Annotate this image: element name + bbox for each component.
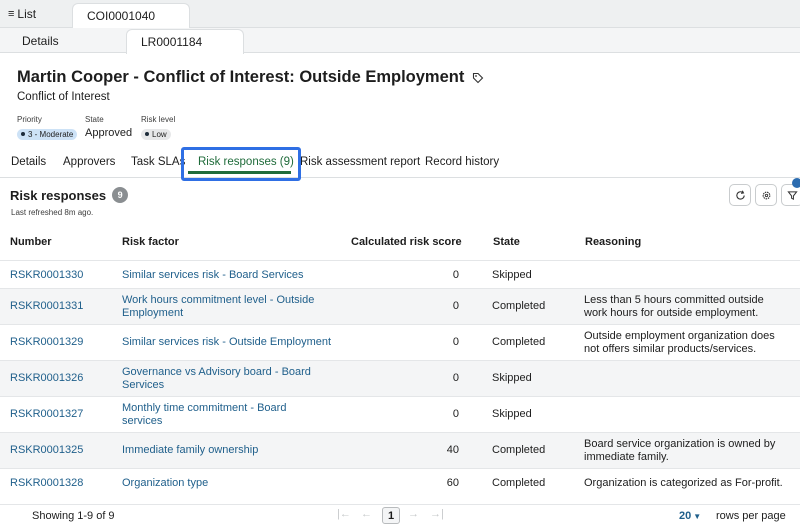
row-number-link[interactable]: RSKR0001331 [10, 300, 83, 313]
column-header-risk-score[interactable]: Calculated risk score [351, 236, 462, 248]
first-page-icon[interactable]: |← [337, 508, 351, 520]
state-field: State Approved [85, 115, 132, 139]
row-reasoning: Less than 5 hours committed outside work… [584, 294, 764, 319]
sub-tab-bar: Details LR0001184 [0, 28, 800, 54]
row-state: Completed [492, 444, 546, 456]
list-button-label: List [17, 7, 37, 21]
page-subtitle: Conflict of Interest [17, 91, 110, 103]
table-row: RSKR0001328 Organization type 60 Complet… [0, 468, 800, 498]
row-state: Completed [492, 336, 546, 348]
priority-value: 3 - Moderate [28, 129, 74, 139]
refresh-button[interactable] [729, 184, 751, 206]
row-risk-factor-link[interactable]: Similar services risk - Outside Employme… [122, 336, 362, 349]
priority-label: Priority [17, 115, 42, 124]
tab-focus-ring [181, 147, 301, 181]
row-score: 0 [452, 300, 459, 312]
last-page-icon[interactable]: →| [430, 508, 444, 520]
table-row: RSKR0001330 Similar services risk - Boar… [0, 260, 800, 288]
record-tab-coi[interactable]: COI0001040 [72, 3, 190, 29]
row-score: 60 [446, 477, 459, 489]
page-title: Martin Cooper - Conflict of Interest: Ou… [17, 68, 484, 87]
state-value: Approved [85, 127, 133, 139]
row-state: Skipped [492, 372, 532, 384]
subtab-details[interactable]: Details [22, 34, 59, 48]
subtab-record-lr[interactable]: LR0001184 [126, 29, 244, 54]
row-number-link[interactable]: RSKR0001327 [10, 408, 83, 421]
row-risk-factor-link[interactable]: Immediate family ownership [122, 444, 332, 457]
row-number-link[interactable]: RSKR0001328 [10, 477, 83, 490]
row-state: Completed [492, 477, 546, 489]
row-score: 0 [452, 372, 459, 384]
current-page[interactable]: 1 [382, 507, 400, 524]
table-row: RSKR0001325 Immediate family ownership 4… [0, 432, 800, 468]
filter-count-badge [792, 178, 800, 188]
showing-count: Showing 1-9 of 9 [32, 510, 115, 522]
tag-icon[interactable] [472, 72, 484, 84]
row-score: 40 [446, 444, 459, 456]
priority-badge: 3 - Moderate [17, 128, 78, 140]
hamburger-icon: ≡ [8, 8, 15, 20]
row-reasoning: Organization is categorized as For-profi… [584, 477, 783, 489]
row-risk-factor-link[interactable]: Organization type [122, 477, 332, 490]
list-button[interactable]: ≡ List [8, 7, 36, 21]
risk-level-field: Risk level Low [141, 115, 175, 140]
row-number-link[interactable]: RSKR0001325 [10, 444, 83, 457]
risk-level-value: Low [152, 129, 167, 139]
table-header: Number Risk factor Calculated risk score… [0, 228, 800, 260]
filter-icon [786, 190, 798, 200]
row-score: 0 [452, 408, 459, 420]
row-number-link[interactable]: RSKR0001326 [10, 372, 83, 385]
table-footer: Showing 1-9 of 9 |← ← 1 → →| 20 ▼ rows p… [0, 504, 800, 524]
row-state: Completed [492, 300, 546, 312]
tab-record-history[interactable]: Record history [425, 156, 499, 168]
prev-page-icon[interactable]: ← [361, 508, 372, 520]
row-number-link[interactable]: RSKR0001330 [10, 269, 83, 282]
refresh-icon [735, 189, 745, 200]
row-number-link[interactable]: RSKR0001329 [10, 336, 83, 349]
priority-field: Priority 3 - Moderate [17, 115, 78, 140]
related-list-tabs: Details Approvers Task SLAs Risk respons… [0, 150, 800, 178]
tab-details[interactable]: Details [11, 156, 46, 168]
last-refreshed-text: Last refreshed 8m ago. [11, 208, 94, 217]
tab-task-slas[interactable]: Task SLAs [131, 156, 185, 168]
row-risk-factor-link[interactable]: Similar services risk - Board Services [122, 269, 332, 282]
row-state: Skipped [492, 269, 532, 281]
row-score: 0 [452, 269, 459, 281]
tab-approvers[interactable]: Approvers [63, 156, 115, 168]
row-reasoning: Board service organization is owned by i… [584, 438, 776, 463]
rows-per-page-value: 20 [679, 510, 692, 522]
rows-per-page-select[interactable]: 20 ▼ [679, 510, 701, 522]
risk-level-label: Risk level [141, 115, 176, 124]
table-row: RSKR0001331 Work hours commitment level … [0, 288, 800, 324]
row-risk-factor-link[interactable]: Monthly time commitment - Board services [122, 402, 302, 428]
rows-per-page-label: rows per page [716, 510, 786, 522]
gear-icon [762, 191, 770, 199]
column-header-risk-factor[interactable]: Risk factor [122, 236, 179, 248]
column-header-reasoning[interactable]: Reasoning [585, 236, 641, 248]
next-page-icon[interactable]: → [408, 508, 419, 520]
top-tab-bar: ≡ List COI0001040 [0, 0, 800, 29]
section-title: Risk responses 9 [10, 187, 129, 203]
count-badge: 9 [112, 187, 129, 203]
tab-risk-assessment-report[interactable]: Risk assessment report [300, 156, 420, 168]
table-row: RSKR0001326 Governance vs Advisory board… [0, 360, 800, 396]
table-row: RSKR0001327 Monthly time commitment - Bo… [0, 396, 800, 432]
row-score: 0 [452, 336, 459, 348]
section-title-text: Risk responses [10, 187, 107, 203]
page-title-text: Martin Cooper - Conflict of Interest: Ou… [17, 68, 465, 86]
settings-button[interactable] [755, 184, 777, 206]
row-risk-factor-link[interactable]: Governance vs Advisory board - Board Ser… [122, 366, 312, 392]
column-header-state[interactable]: State [493, 236, 520, 248]
row-risk-factor-link[interactable]: Work hours commitment level - Outside Em… [122, 294, 322, 320]
priority-dot-icon [21, 132, 25, 136]
row-state: Skipped [492, 408, 532, 420]
caret-down-icon: ▼ [693, 511, 702, 521]
risk-level-dot-icon [145, 132, 149, 136]
risk-level-badge: Low [141, 128, 171, 140]
column-header-number[interactable]: Number [10, 236, 52, 248]
state-label: State [85, 115, 104, 124]
row-reasoning: Outside employment organization does not… [584, 330, 775, 355]
table-row: RSKR0001329 Similar services risk - Outs… [0, 324, 800, 360]
